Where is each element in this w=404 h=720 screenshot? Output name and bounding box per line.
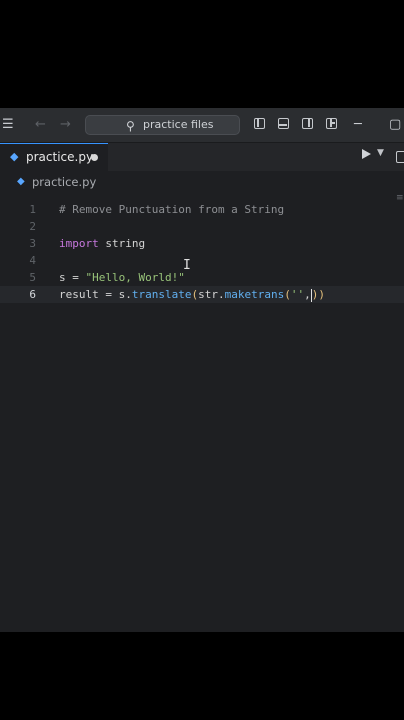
- editor-window: ☰ ← → ⚲ practice files ─ ▢ ◆ practice.py…: [0, 108, 404, 632]
- code-line[interactable]: 3 import string: [0, 235, 404, 252]
- line-content: result = s.translate(str.maketrans('',)): [59, 286, 325, 303]
- breadcrumb-file[interactable]: practice.py: [32, 175, 96, 189]
- code-line[interactable]: 5 s = "Hello, World!": [0, 269, 404, 286]
- line-content: # Remove Punctuation from a String: [59, 201, 284, 218]
- tab-label: practice.py: [26, 150, 94, 164]
- breadcrumb: ◆ practice.py: [0, 171, 404, 193]
- code-token: str: [198, 288, 218, 301]
- minimize-icon[interactable]: ─: [354, 108, 362, 142]
- back-arrow-icon[interactable]: ←: [35, 108, 46, 142]
- code-token: .: [217, 288, 225, 301]
- maximize-icon[interactable]: ▢: [389, 108, 401, 142]
- code-line[interactable]: 6 result = s.translate(str.maketrans('',)…: [0, 286, 404, 303]
- code-token: import: [59, 237, 99, 250]
- run-options-chevron-down-icon[interactable]: ▼: [377, 148, 384, 158]
- code-token: translate: [131, 288, 192, 301]
- code-line[interactable]: 4: [0, 252, 404, 269]
- python-file-icon: ◆: [10, 150, 19, 163]
- toggle-primary-sidebar-icon[interactable]: [254, 118, 265, 129]
- toggle-panel-icon[interactable]: [278, 118, 289, 129]
- code-token: # Remove Punctuation from a String: [59, 203, 285, 216]
- line-content: import string: [59, 235, 145, 252]
- customize-layout-icon[interactable]: [326, 118, 337, 129]
- run-python-file-icon[interactable]: [362, 149, 371, 159]
- line-number: 4: [29, 254, 36, 267]
- code-token: string: [98, 237, 146, 250]
- title-bar: ☰ ← → ⚲ practice files ─ ▢: [0, 108, 404, 143]
- search-label: practice files: [143, 118, 214, 131]
- toggle-secondary-sidebar-icon[interactable]: [302, 118, 313, 129]
- line-number: 6: [29, 288, 36, 301]
- code-token: ,: [304, 288, 311, 301]
- code-token: maketrans: [224, 288, 285, 301]
- forward-arrow-icon[interactable]: →: [60, 108, 71, 142]
- line-content: s = "Hello, World!": [59, 269, 185, 286]
- code-token: "Hello, World!": [85, 271, 185, 284]
- line-number: 1: [29, 203, 36, 216]
- line-number: 2: [29, 220, 36, 233]
- minimap-indicator: ≡: [396, 193, 404, 203]
- mouse-ibeam-cursor-icon: I: [183, 258, 191, 273]
- menu-icon[interactable]: ☰: [2, 108, 14, 142]
- code-token: s =: [59, 271, 86, 284]
- tab-practice-py[interactable]: ◆ practice.py: [0, 143, 108, 171]
- code-token: (: [284, 288, 291, 301]
- code-line[interactable]: 2: [0, 218, 404, 235]
- tab-bar: ◆ practice.py ▼: [0, 143, 404, 171]
- line-number: 5: [29, 271, 36, 284]
- search-icon: ⚲: [126, 119, 135, 133]
- line-number: 3: [29, 237, 36, 250]
- code-token: '': [290, 288, 305, 301]
- code-line[interactable]: 1 # Remove Punctuation from a String: [0, 201, 404, 218]
- unsaved-changes-dot-icon[interactable]: [91, 154, 98, 161]
- code-token: ): [318, 288, 325, 301]
- split-editor-icon[interactable]: [396, 151, 404, 163]
- code-token: result = s.: [59, 288, 132, 301]
- python-file-icon: ◆: [17, 176, 25, 187]
- command-center-search[interactable]: ⚲ practice files: [85, 115, 240, 135]
